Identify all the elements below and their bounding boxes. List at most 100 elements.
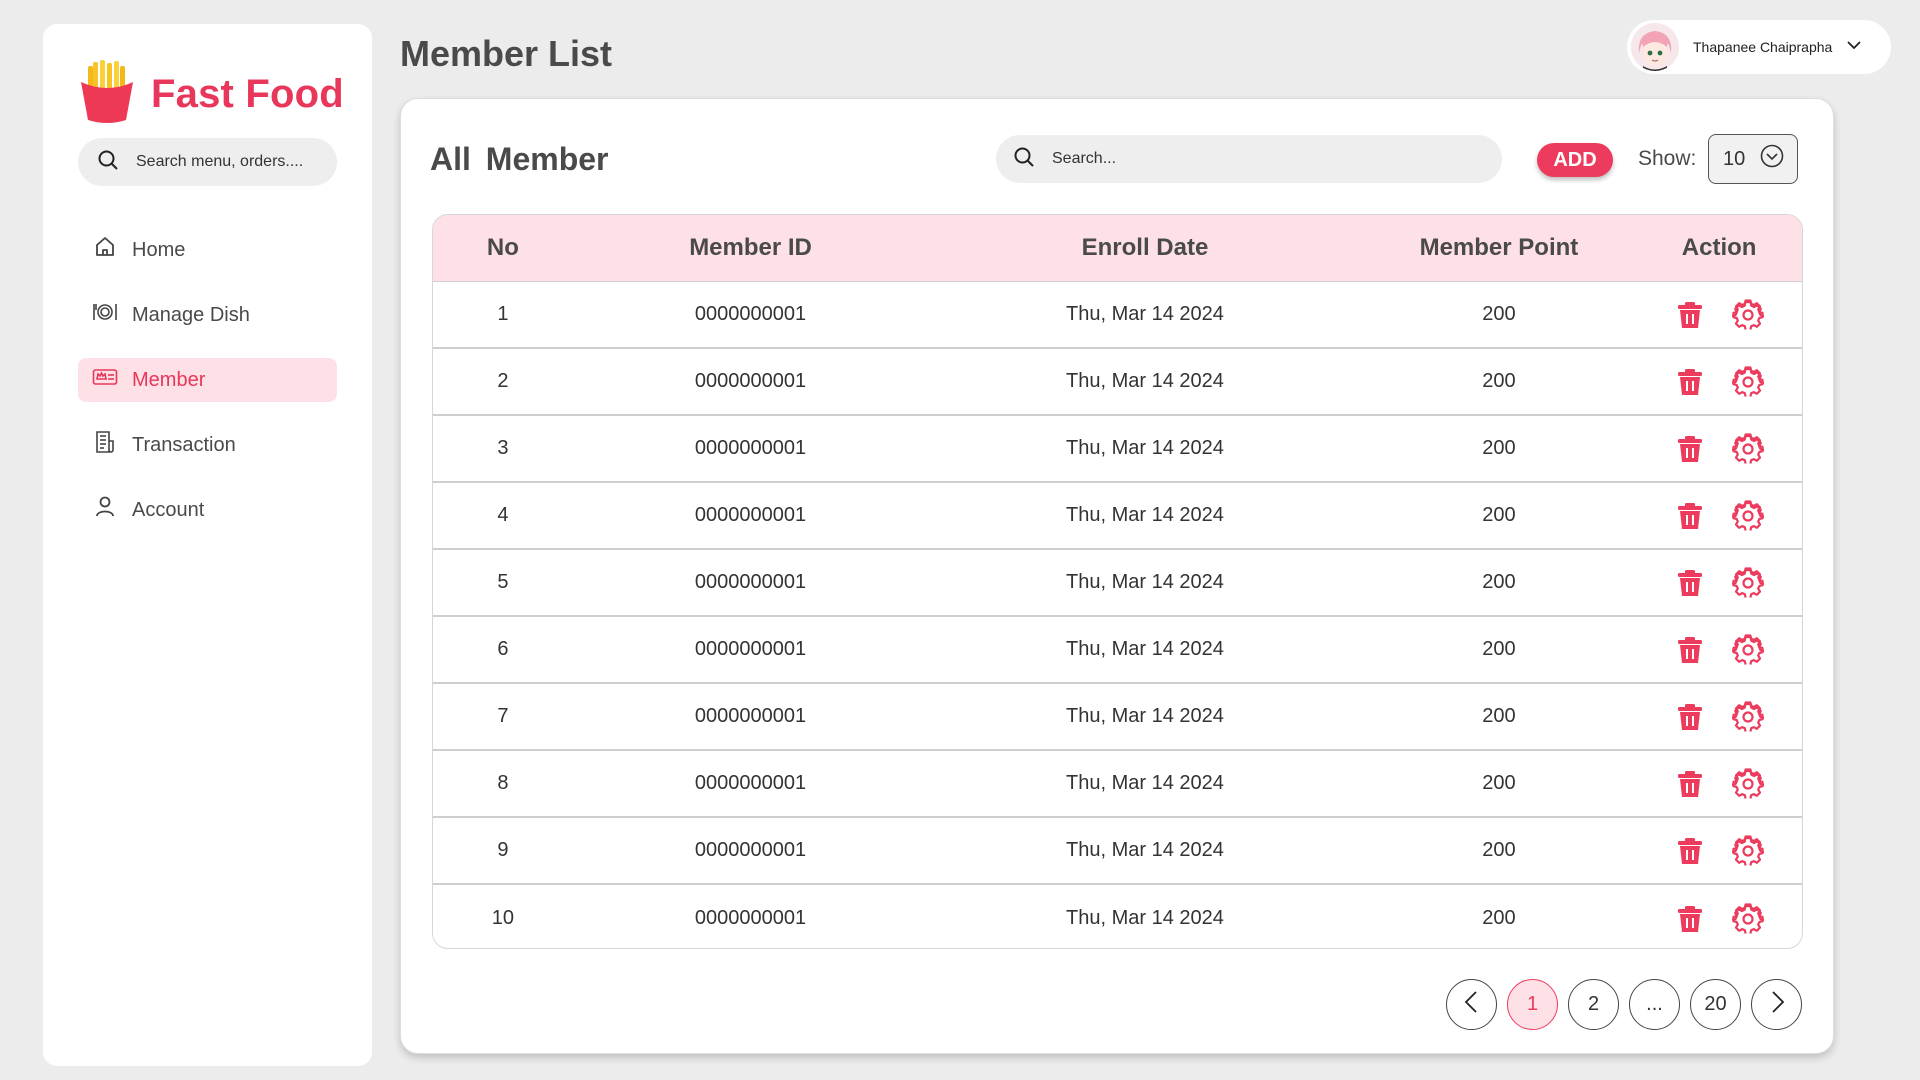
sidebar-item-manage-dish[interactable]: Manage Dish bbox=[78, 293, 337, 337]
section-title: All Member bbox=[430, 141, 609, 177]
delete-icon[interactable] bbox=[1674, 701, 1706, 733]
page-title: Member List bbox=[400, 33, 613, 74]
table-row: 10 0000000001 Thu, Mar 14 2024 200 bbox=[433, 885, 1802, 948]
cell-enroll-date: Thu, Mar 14 2024 bbox=[1066, 638, 1224, 660]
page-button-20[interactable]: 20 bbox=[1690, 979, 1741, 1030]
sidebar-item-label: Member bbox=[132, 368, 206, 391]
page-size-value: 10 bbox=[1723, 147, 1746, 170]
page-button-2[interactable]: 2 bbox=[1568, 979, 1619, 1030]
gear-icon[interactable] bbox=[1732, 834, 1765, 867]
cell-enroll-date: Thu, Mar 14 2024 bbox=[1066, 504, 1224, 526]
cell-no: 5 bbox=[497, 571, 509, 593]
page-size-select[interactable]: 10 bbox=[1708, 134, 1798, 184]
sidebar-item-home[interactable]: Home bbox=[78, 228, 337, 272]
chevron-right-icon bbox=[1762, 987, 1792, 1023]
gear-icon[interactable] bbox=[1732, 767, 1765, 800]
prev-page-button[interactable] bbox=[1446, 979, 1497, 1030]
sidebar-nav: Home Manage Dish Member Transaction Acco… bbox=[78, 228, 337, 553]
fries-logo-icon bbox=[79, 60, 135, 129]
column-header-no: No bbox=[486, 234, 519, 261]
dish-icon bbox=[92, 299, 118, 331]
cell-action bbox=[1636, 700, 1802, 733]
sidebar-search-placeholder: Search menu, orders.... bbox=[136, 153, 304, 170]
avatar bbox=[1631, 23, 1679, 71]
cell-no: 4 bbox=[497, 504, 509, 526]
delete-icon[interactable] bbox=[1674, 500, 1706, 532]
cell-member-id: 0000000001 bbox=[694, 907, 807, 929]
cell-no: 2 bbox=[497, 370, 509, 392]
gear-icon[interactable] bbox=[1732, 499, 1765, 532]
cell-no: 9 bbox=[497, 839, 509, 861]
cell-action bbox=[1636, 902, 1802, 935]
delete-icon[interactable] bbox=[1674, 567, 1706, 599]
delete-icon[interactable] bbox=[1674, 366, 1706, 398]
table-body: 1 0000000001 Thu, Mar 14 2024 200 2 000000000… bbox=[433, 282, 1802, 948]
table-row: 6 0000000001 Thu, Mar 14 2024 200 bbox=[433, 617, 1802, 684]
search-icon bbox=[1012, 145, 1036, 174]
sidebar-item-transaction[interactable]: Transaction bbox=[78, 423, 337, 467]
delete-icon[interactable] bbox=[1674, 835, 1706, 867]
sidebar-item-label: Transaction bbox=[132, 433, 236, 456]
user-menu[interactable]: Thapanee Chaiprapha bbox=[1627, 20, 1891, 74]
cell-no: 10 bbox=[491, 907, 515, 929]
table-row: 7 0000000001 Thu, Mar 14 2024 200 bbox=[433, 684, 1802, 751]
column-header-member-point: Member Point bbox=[1419, 234, 1579, 261]
cell-no: 6 bbox=[497, 638, 509, 660]
cell-member-point: 200 bbox=[1482, 504, 1516, 526]
member-search-input[interactable] bbox=[1052, 150, 1472, 168]
gear-icon[interactable] bbox=[1732, 902, 1765, 935]
table-row: 3 0000000001 Thu, Mar 14 2024 200 bbox=[433, 416, 1802, 483]
sidebar-item-member[interactable]: Member bbox=[78, 358, 337, 402]
table-row: 4 0000000001 Thu, Mar 14 2024 200 bbox=[433, 483, 1802, 550]
user-icon bbox=[92, 494, 118, 526]
gear-icon[interactable] bbox=[1732, 432, 1765, 465]
cell-no: 3 bbox=[497, 437, 509, 459]
gear-icon[interactable] bbox=[1732, 298, 1765, 331]
member-card-panel: All Member ADD Show: 10 No Member ID Enr… bbox=[400, 98, 1834, 1054]
column-header-enroll-date: Enroll Date bbox=[1081, 234, 1209, 261]
add-member-button[interactable]: ADD bbox=[1537, 143, 1613, 177]
cell-member-id: 0000000001 bbox=[694, 303, 807, 325]
table-row: 8 0000000001 Thu, Mar 14 2024 200 bbox=[433, 751, 1802, 818]
cell-member-point: 200 bbox=[1482, 571, 1516, 593]
cell-enroll-date: Thu, Mar 14 2024 bbox=[1066, 705, 1224, 727]
cell-action bbox=[1636, 298, 1802, 331]
cell-member-id: 0000000001 bbox=[694, 571, 807, 593]
member-card-icon bbox=[92, 364, 118, 396]
gear-icon[interactable] bbox=[1732, 365, 1765, 398]
cell-member-point: 200 bbox=[1482, 303, 1516, 325]
cell-enroll-date: Thu, Mar 14 2024 bbox=[1066, 303, 1224, 325]
sidebar-item-account[interactable]: Account bbox=[78, 488, 337, 532]
delete-icon[interactable] bbox=[1674, 433, 1706, 465]
delete-icon[interactable] bbox=[1674, 299, 1706, 331]
table-row: 2 0000000001 Thu, Mar 14 2024 200 bbox=[433, 349, 1802, 416]
cell-action bbox=[1636, 834, 1802, 867]
cell-member-id: 0000000001 bbox=[694, 772, 807, 794]
cell-member-id: 0000000001 bbox=[694, 638, 807, 660]
table-row: 9 0000000001 Thu, Mar 14 2024 200 bbox=[433, 818, 1802, 885]
gear-icon[interactable] bbox=[1732, 566, 1765, 599]
page-ellipsis[interactable]: ... bbox=[1629, 979, 1680, 1030]
sidebar-search-input[interactable]: Search menu, orders.... bbox=[78, 138, 337, 186]
cell-member-id: 0000000001 bbox=[694, 370, 807, 392]
gear-icon[interactable] bbox=[1732, 633, 1765, 666]
gear-icon[interactable] bbox=[1732, 700, 1765, 733]
page-button-1[interactable]: 1 bbox=[1507, 979, 1558, 1030]
sidebar-item-label: Home bbox=[132, 238, 186, 261]
column-header-action: Action bbox=[1681, 234, 1757, 261]
cell-no: 7 bbox=[497, 705, 509, 727]
cell-member-point: 200 bbox=[1482, 370, 1516, 392]
delete-icon[interactable] bbox=[1674, 634, 1706, 666]
chevron-down-icon[interactable] bbox=[1832, 35, 1864, 60]
member-table: No Member ID Enroll Date Member Point Ac… bbox=[432, 214, 1803, 949]
delete-icon[interactable] bbox=[1674, 903, 1706, 935]
sidebar-item-label: Manage Dish bbox=[132, 303, 250, 326]
chevron-left-icon bbox=[1457, 987, 1487, 1023]
cell-member-point: 200 bbox=[1482, 772, 1516, 794]
brand[interactable]: Fast Food bbox=[79, 60, 344, 129]
next-page-button[interactable] bbox=[1751, 979, 1802, 1030]
cell-enroll-date: Thu, Mar 14 2024 bbox=[1066, 437, 1224, 459]
table-header: No Member ID Enroll Date Member Point Ac… bbox=[433, 215, 1802, 282]
member-search[interactable] bbox=[996, 135, 1502, 183]
delete-icon[interactable] bbox=[1674, 768, 1706, 800]
